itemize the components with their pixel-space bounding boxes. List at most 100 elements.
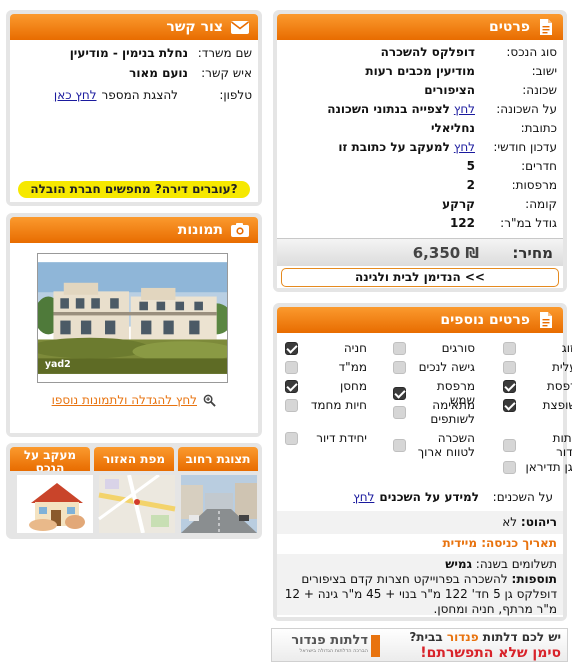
pandor-logo-text-wrap: דלתות פנדור הברכה הדלתות הגדולה בישראל (291, 632, 368, 657)
feature-label: חיות מחמד (310, 398, 367, 412)
details-row-value: קרקע (442, 197, 475, 211)
pandor-ad-banner[interactable]: יש לכם דלתות פנדור בבית? סימן שלא התפשרת… (271, 628, 568, 662)
photos-header: תמונות (10, 217, 258, 243)
feature-label: מיזוג (561, 341, 572, 355)
details-row-value: 2 (466, 178, 475, 192)
feature-label: ממ"ד (338, 360, 367, 374)
entry-date-value: מיידית (442, 536, 478, 550)
neighbors-link[interactable]: לחץ (353, 489, 374, 505)
property-tracking-thumbnail[interactable] (16, 475, 94, 533)
feature-long-term: השכרה לטווח ארוך (393, 431, 475, 459)
details-row-value: 122 (449, 216, 475, 230)
checkbox-unchecked-icon (503, 460, 516, 474)
price-row: מחיר: ₪ 6,350 (277, 238, 563, 266)
details-row-label: ישוב: (531, 64, 557, 78)
feature-label: סורגים (441, 341, 475, 355)
details-row-link[interactable]: לחץ (454, 100, 475, 119)
contact-body: שם משרד: נחלת בנימין - מודיעין איש קשר: … (10, 40, 258, 202)
feature-label: יחידת דיור (316, 431, 367, 445)
ad-line1-end: בבית? (409, 630, 447, 644)
enlarge-photos-link[interactable]: לחץ להגדלה ולתמונות נוספו (52, 393, 197, 407)
feature-ac: מיזוג (503, 341, 572, 355)
feature-roommates: מתאימה לשותפים (393, 398, 475, 426)
checkbox-unchecked-icon (393, 405, 406, 419)
contact-person-label: איש קשר: (201, 66, 252, 80)
magnifier-icon (203, 394, 216, 407)
contact-person-row: איש קשר: נועם מאור (10, 63, 258, 83)
details-row-label: קומה: (525, 197, 557, 211)
notes-label: תוספות: (511, 572, 557, 586)
furniture-label: ריהוט: (520, 515, 557, 529)
neighbors-text: למידע על השכנים (379, 490, 479, 504)
area-map-thumbnail[interactable] (98, 475, 176, 533)
details-row-value: דופלקס להשכרה (380, 45, 475, 59)
details-row: עדכון חודשי: לחץ למעקב על כתובת זו (277, 138, 563, 157)
details-row: ישוב: מודיעין מכבים רעות (277, 62, 563, 81)
feature-elevator: מעלית (503, 360, 572, 374)
ad-line1-start: יש לכם דלתות (478, 630, 561, 644)
details-row: על השכונה: לחץ לצפייה בנתוני השכונה (277, 100, 563, 119)
yad2-watermark: yad2 (45, 359, 71, 370)
details-row-label: שכונה: (522, 83, 557, 97)
envelope-icon (231, 21, 249, 34)
photos-title: תמונות (177, 222, 223, 238)
details-row: שכונה: הציפורים (277, 81, 563, 100)
phone-reveal-link[interactable]: לחץ כאן (54, 85, 97, 105)
office-value: נחלת בנימין - מודיעין (69, 46, 188, 60)
checkbox-unchecked-icon (393, 360, 406, 374)
contact-title: צור קשר (166, 19, 223, 35)
handyman-button[interactable]: הנדימן לבית ולגינה << (281, 268, 559, 287)
phone-label: טלפון: (219, 88, 252, 102)
entry-date-label: תאריך כניסה: (481, 536, 557, 550)
feature-storage: מחסן (285, 379, 367, 393)
payments-value: גמיש (445, 557, 472, 571)
details-table: סוג הנכס: דופלקס להשכרה ישוב: מודיעין מכבים… (277, 43, 563, 233)
extras-title: פרטים נוספים (440, 312, 530, 328)
document-icon (540, 19, 552, 35)
extras-header: פרטים נוספים (277, 307, 563, 333)
phone-text: להצגת המספר (101, 88, 178, 102)
phone-row: טלפון: להצגת המספר לחץ כאן (10, 85, 258, 105)
details-row-label: מרפסות: (511, 178, 557, 192)
pandor-logo-text: דלתות פנדור (291, 632, 368, 648)
checkbox-checked-icon (285, 379, 298, 393)
photos-body: yad2 לחץ להגדלה ולתמונות נוספו (10, 243, 258, 433)
contact-header: צור קשר (10, 14, 258, 40)
details-row-value: מודיעין מכבים רעות (365, 64, 475, 78)
details-row-label: כתובת: (520, 121, 557, 135)
checkbox-checked-icon (503, 398, 516, 412)
feature-renovated: משופצת (503, 398, 572, 412)
map-panel: תצוגת רחוב מפת האזור מעקב על הנכס (6, 443, 262, 539)
extras-panel: פרטים נוספים מיזוג סורגים חניה מעלית גישה לנ… (273, 303, 572, 621)
document-icon (540, 312, 552, 328)
details-row-label: גודל במ"ר: (500, 216, 557, 230)
price-label: מחיר: (512, 243, 553, 262)
feature-label: חניה (343, 341, 367, 355)
tab-street-view[interactable]: תצוגת רחוב (178, 447, 258, 471)
tab-property-tracking[interactable]: מעקב על הנכס (10, 447, 90, 471)
payments-label: תשלומים בשנה: (475, 557, 557, 571)
notes-box: ריהוט: לא תאריך כניסה: מיידית תשלומים בש… (277, 511, 563, 616)
feature-label: מעלית (551, 360, 572, 374)
feature-label: דלתות פנדור (552, 431, 572, 459)
details-row: קומה: קרקע (277, 195, 563, 214)
pandor-logo: דלתות פנדור הברכה הדלתות הגדולה בישראל (276, 632, 380, 659)
checkbox-unchecked-icon (285, 431, 298, 445)
contact-panel: צור קשר שם משרד: נחלת בנימין - מודיעין א… (6, 10, 262, 206)
feature-label: מתאימה לשותפים (430, 398, 475, 426)
checkbox-unchecked-icon (503, 360, 516, 374)
feature-housing-unit: יחידת דיור (285, 431, 367, 445)
checkbox-unchecked-icon (393, 341, 406, 355)
feature-tadiran-ac: מזגן תדיראן (503, 460, 572, 474)
checkbox-unchecked-icon (393, 438, 406, 452)
feature-pets: חיות מחמד (285, 398, 367, 412)
moving-company-banner[interactable]: עוברים דירה? מחפשים חברת הובלה? (18, 181, 250, 198)
pandor-logo-mark (371, 634, 380, 657)
tab-area-map[interactable]: מפת האזור (94, 447, 174, 471)
feature-label: מרפסת (546, 379, 572, 393)
details-row-link[interactable]: לחץ (454, 138, 475, 157)
feature-label: גישה לנכים (418, 360, 475, 374)
street-view-thumbnail[interactable] (180, 475, 258, 533)
details-row-value: הציפורים (424, 83, 475, 97)
property-photo[interactable]: yad2 (37, 253, 228, 383)
